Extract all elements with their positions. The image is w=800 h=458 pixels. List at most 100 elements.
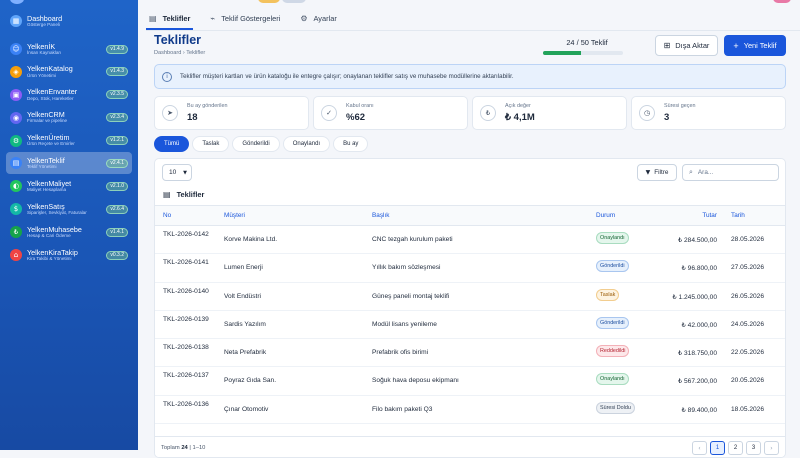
sidebar-item[interactable]: ◈ YelkenKatalog Ürün Yönetimi v1.4.3 xyxy=(6,61,132,83)
module-icon: ▣ xyxy=(10,88,22,101)
stat-text: Süresi geçen 3 xyxy=(664,103,695,123)
sidebar-item-subtitle: Maliyet Hesaplama xyxy=(27,187,67,193)
table-row[interactable]: TKL-2026-0141 Lumen Enerji Yıllık bakım sö… xyxy=(155,254,785,283)
sidebar-item-text: YelkenMaliyet Maliyet Hesaplama xyxy=(27,180,106,193)
version-badge: v0.3.2 xyxy=(106,250,128,260)
offer-number[interactable]: TKL-2026-0136 xyxy=(163,400,213,410)
new-offer-button[interactable]: + Yeni Teklif xyxy=(724,35,786,56)
table-row[interactable]: TKL-2026-0140 Volt Endüstri Güneş paneli m… xyxy=(155,283,785,311)
page-size-value: 10 xyxy=(169,169,177,176)
total-prefix: Toplam xyxy=(161,445,180,451)
table-title-text: Teklifler xyxy=(176,190,205,199)
tab-offers[interactable]: ▤ Teklifler xyxy=(146,8,194,30)
offer-number[interactable]: TKL-2026-0141 xyxy=(163,258,213,268)
customer-name: Lumen Enerji xyxy=(224,264,263,272)
page-button[interactable]: 2 xyxy=(728,441,743,455)
tab-indicators[interactable]: ⌁ Teklif Göstergeleri xyxy=(207,8,283,28)
module-icon: ⌂ xyxy=(10,249,22,262)
customer-name: Neta Prefabrik xyxy=(224,349,267,357)
table-body: TKL-2026-0142 Korve Makina Ltd. CNC tezgah… xyxy=(155,226,785,425)
sidebar-item-subtitle: Teklif Yönetimi xyxy=(27,164,57,170)
sidebar-item[interactable]: ◐ YelkenMaliyet Maliyet Hesaplama v2.1.0 xyxy=(6,175,132,197)
sidebar-item[interactable]: ₺ YelkenMuhasebe Hesap & Cari Ödeme v1.4.1 xyxy=(6,221,132,243)
sidebar: ▦ Dashboard Gösterge Paneli ☺ YelkenİK İnsan … xyxy=(0,0,138,450)
version-badge: v1.4.9 xyxy=(106,44,128,54)
amount: ₺ 318.750,00 xyxy=(677,350,717,358)
status-cell: Taslak xyxy=(596,288,620,301)
status-badge: Süresi Doldu xyxy=(596,401,635,414)
filter-pill[interactable]: Onaylandı xyxy=(282,136,331,152)
column-header-no[interactable]: No xyxy=(163,212,171,219)
module-icon: ▤ xyxy=(10,157,22,170)
stat-card: ₺ Açık değer ₺ 4,1M xyxy=(472,96,627,130)
export-button[interactable]: ⊞ Dışa Aktar xyxy=(655,35,718,56)
top-bar-fragment xyxy=(282,0,306,3)
version-badge: v2.3.4 xyxy=(106,113,128,123)
table-header: No Müşteri Başlık Durum Tutar Tarih xyxy=(155,206,785,226)
stat-icon: ◷ xyxy=(639,105,655,121)
version-badge: v2.3.5 xyxy=(106,90,128,100)
module-icon: $ xyxy=(10,203,22,216)
offer-title: CNC tezgah kurulum paketi xyxy=(372,236,453,243)
total-number: 24 xyxy=(181,445,188,451)
filter-label: Filtre xyxy=(654,169,669,176)
offer-title: Prefabrik ofis birimi xyxy=(372,349,429,357)
column-header-title[interactable]: Başlık xyxy=(372,212,389,219)
tab-bar: ▤ Teklifler ⌁ Teklif Göstergeleri ⚙ Ayarlar xyxy=(146,8,354,30)
page-button[interactable]: 1 xyxy=(710,441,725,455)
sidebar-item-text: YelkenKatalog Ürün Yönetimi xyxy=(27,65,106,78)
table-footer: Toplam 24 | 1–10 ‹ 1 2 3 › xyxy=(155,436,785,457)
table-row[interactable]: TKL-2026-0136 Çınar Otomotiv Filo bakım pa… xyxy=(155,396,785,425)
status-cell: Gönderildi xyxy=(596,260,629,273)
stat-value: %62 xyxy=(346,112,366,123)
offer-number[interactable]: TKL-2026-0137 xyxy=(163,371,213,381)
module-icon: ▦ xyxy=(10,15,22,27)
sidebar-item-text: YelkenCRM Firmalar ve pipeline xyxy=(27,111,106,124)
prev-page-icon[interactable]: ‹ xyxy=(692,441,707,455)
table-row[interactable]: TKL-2026-0138 Neta Prefabrik Prefabrik ofi… xyxy=(155,339,785,368)
page-size-select[interactable]: 10 ▼ xyxy=(162,164,192,181)
column-header-amount[interactable]: Tutar xyxy=(702,212,717,219)
sidebar-item-subtitle: Siparişler, Sevkiyat, Faturalar xyxy=(27,210,87,216)
table-title: ▤ Teklifler xyxy=(163,190,204,199)
offer-title: Soğuk hava deposu ekipmanı xyxy=(372,377,459,385)
sidebar-item[interactable]: ▤ YelkenTeklif Teklif Yönetimi v2.4.1 xyxy=(6,152,132,175)
filter-pill[interactable]: Taslak xyxy=(192,136,230,152)
column-header-date[interactable]: Tarih xyxy=(731,212,745,219)
table-row[interactable]: TKL-2026-0142 Korve Makina Ltd. CNC tezgah… xyxy=(155,226,785,255)
stat-label: Açık değer xyxy=(505,103,531,109)
sidebar-item[interactable]: ☺ YelkenİK İnsan Kaynakları v1.4.9 xyxy=(6,38,132,60)
stat-label: Kabul oranı xyxy=(346,103,374,109)
module-icon: ☺ xyxy=(10,43,22,55)
table-row[interactable]: TKL-2026-0137 Poyraz Gıda San. Soğuk hava … xyxy=(155,367,785,396)
offer-number[interactable]: TKL-2026-0138 xyxy=(163,343,213,353)
filter-button[interactable]: ▼ Filtre xyxy=(637,164,677,181)
filter-pill[interactable]: Tümü xyxy=(154,136,190,152)
offer-number[interactable]: TKL-2026-0140 xyxy=(163,287,213,297)
sidebar-item[interactable]: ▣ YelkenEnvanter Depo, Stok, Hareketler v2.… xyxy=(6,84,132,106)
customer-name: Korve Makina Ltd. xyxy=(224,236,278,243)
search-input[interactable] xyxy=(697,169,768,176)
offer-number[interactable]: TKL-2026-0139 xyxy=(163,315,213,325)
filter-pill[interactable]: Bu ay xyxy=(333,136,369,152)
sidebar-item[interactable]: ▦ Dashboard Gösterge Paneli xyxy=(6,10,132,32)
column-header-status[interactable]: Durum xyxy=(596,212,615,219)
table-row[interactable]: TKL-2026-0139 Sardis Yazılım Modül lisans … xyxy=(155,311,785,340)
sidebar-item[interactable]: ⌂ YelkenKiraTakip Kira Takibi & Yönetimi v0… xyxy=(6,244,132,266)
page-button[interactable]: 3 xyxy=(746,441,761,455)
filter-pill[interactable]: Gönderildi xyxy=(232,136,280,152)
sidebar-item[interactable]: ◉ YelkenCRM Firmalar ve pipeline v2.3.4 xyxy=(6,107,132,129)
version-badge: v1.2.1 xyxy=(106,136,128,146)
next-page-icon[interactable]: › xyxy=(764,441,779,455)
tab-settings[interactable]: ⚙ Ayarlar xyxy=(297,8,339,28)
amount: ₺ 284.500,00 xyxy=(677,237,717,244)
offer-number[interactable]: TKL-2026-0142 xyxy=(163,230,213,240)
search-box[interactable]: ⌕ xyxy=(682,164,779,181)
date: 20.05.2026 xyxy=(731,377,765,385)
stat-icon: ₺ xyxy=(480,105,496,121)
sidebar-item[interactable]: ⚙ YelkenÜretim Ürün Reçete ve Emirler v1.2.… xyxy=(6,130,132,152)
info-banner: i Teklifler müşteri kartları ve ürün kat… xyxy=(154,64,786,89)
amount: ₺ 567.200,00 xyxy=(677,378,717,386)
column-header-customer[interactable]: Müşteri xyxy=(224,212,245,219)
sidebar-item[interactable]: $ YelkenSatış Siparişler, Sevkiyat, Fatura… xyxy=(6,198,132,220)
